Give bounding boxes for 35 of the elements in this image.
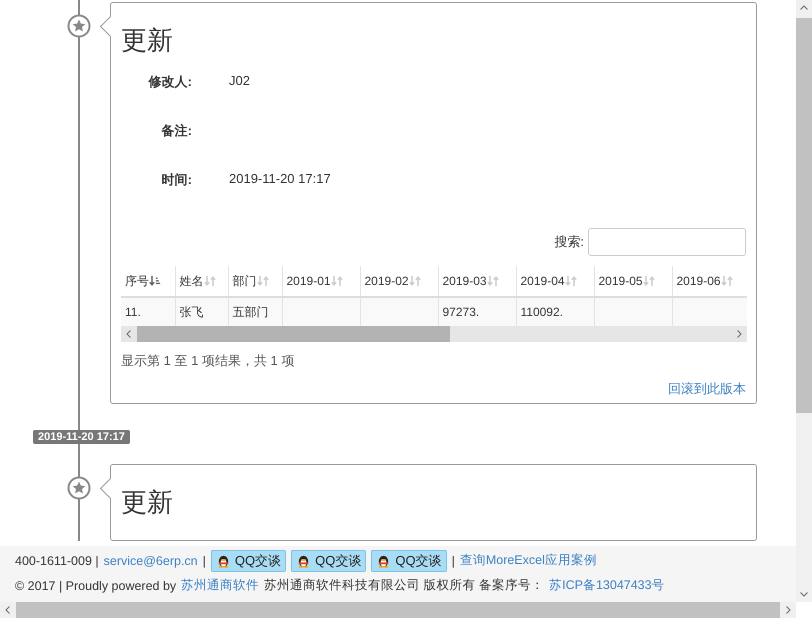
- table-info: 显示第 1 至 1 项结果，共 1 项: [121, 352, 296, 370]
- footer-link[interactable]: service@6erp.cn: [104, 554, 198, 568]
- footer-link[interactable]: 查询MoreExcel应用案例: [460, 552, 597, 569]
- footer-link[interactable]: 苏ICP备13047433号: [549, 577, 665, 594]
- field-label: 备注:: [160, 122, 192, 140]
- field-label: 时间:: [160, 171, 192, 189]
- qq-chat-button[interactable]: QQ交谈: [210, 550, 286, 572]
- table-cell: 五部门: [228, 297, 282, 326]
- field-value: 2019-11-20 17:17: [229, 171, 331, 186]
- horizontal-scrollbar[interactable]: [0, 602, 796, 618]
- footer-link[interactable]: 苏州通商软件: [181, 577, 260, 594]
- penguin-icon: [216, 553, 231, 568]
- search-label: 搜索:: [554, 233, 584, 251]
- rollback-link[interactable]: 回滚到此版本: [668, 380, 746, 398]
- vertical-scrollbar[interactable]: [796, 0, 812, 602]
- horizontal-scrollbar[interactable]: [121, 326, 747, 342]
- card-title: 更新: [121, 487, 174, 517]
- penguin-icon: [296, 553, 312, 568]
- date-badge: 2019-11-20 17:17: [33, 430, 130, 444]
- card-title: 更新: [121, 25, 174, 55]
- footer-text: |: [452, 554, 455, 568]
- footer-text: |: [202, 554, 206, 568]
- footer-text: © 2017 | Proudly powered by: [15, 578, 176, 592]
- penguin-icon: [376, 553, 392, 568]
- field-value: J02: [229, 73, 250, 88]
- table-cell: 97273.: [438, 297, 516, 326]
- table-cell: 11.: [121, 297, 175, 326]
- table-cell: 110092.: [516, 297, 594, 326]
- footer-text: 苏州通商软件科技有限公司 版权所有 备案序号：: [264, 577, 544, 594]
- field-label: 修改人:: [147, 73, 192, 91]
- footer-text: 400-1611-009 |: [15, 554, 99, 568]
- qq-chat-button[interactable]: QQ交谈: [291, 550, 366, 572]
- table-cell: 张飞: [175, 297, 228, 326]
- search-field[interactable]: [588, 228, 746, 256]
- qq-chat-button[interactable]: QQ交谈: [371, 550, 447, 572]
